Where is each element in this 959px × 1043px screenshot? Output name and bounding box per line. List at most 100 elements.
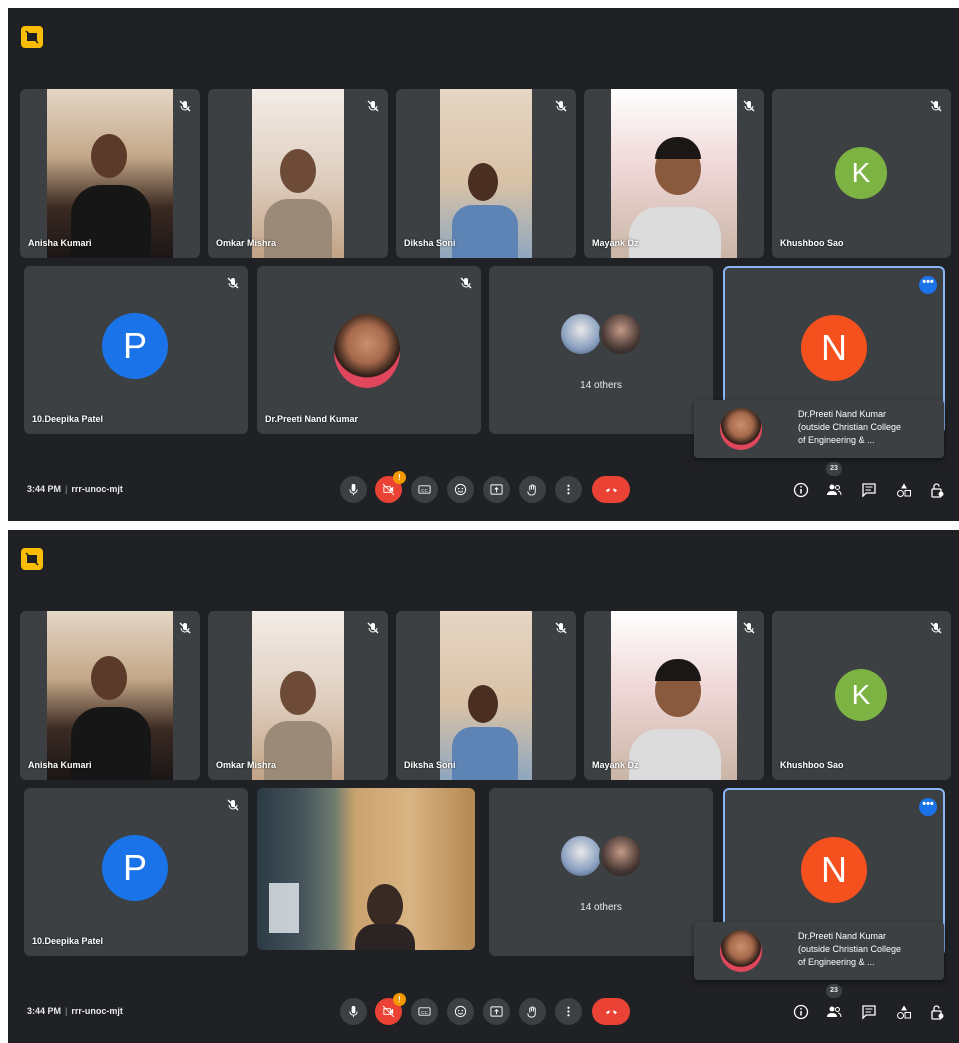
raise-hand-button[interactable] bbox=[519, 998, 546, 1025]
reactions-button[interactable] bbox=[447, 476, 474, 503]
present-button[interactable] bbox=[483, 998, 510, 1025]
separator: | bbox=[65, 1006, 68, 1016]
more-vert-icon bbox=[567, 1006, 570, 1017]
popup-org-line-1: (outside Christian College bbox=[798, 422, 902, 432]
participant-tile[interactable]: K Khushboo Sao bbox=[772, 611, 951, 780]
svg-text:CC: CC bbox=[421, 488, 428, 493]
meeting-info: 3:44 PM | rrr-unoc-mjt bbox=[27, 484, 123, 494]
people-count-badge: 23 bbox=[826, 462, 842, 476]
more-options-button[interactable]: ••• bbox=[919, 276, 937, 294]
participant-video bbox=[252, 611, 344, 780]
chat-button[interactable] bbox=[859, 1002, 879, 1022]
chat-icon bbox=[862, 483, 876, 498]
people-button[interactable]: 23 bbox=[824, 984, 844, 1022]
present-button[interactable] bbox=[483, 476, 510, 503]
participant-name: 10.Deepika Patel bbox=[32, 414, 104, 424]
participant-video bbox=[611, 89, 737, 258]
participant-photo bbox=[599, 834, 643, 878]
present-icon bbox=[490, 484, 503, 495]
camera-button[interactable]: ! bbox=[375, 471, 406, 503]
raise-hand-button[interactable] bbox=[519, 476, 546, 503]
participant-photo bbox=[559, 312, 603, 356]
participant-video bbox=[257, 788, 475, 950]
host-controls-button[interactable] bbox=[927, 480, 947, 500]
reactions-button[interactable] bbox=[447, 998, 474, 1025]
more-options-button[interactable] bbox=[555, 998, 582, 1025]
others-count-label: 14 others bbox=[580, 902, 622, 913]
participant-tile[interactable]: K Khushboo Sao bbox=[772, 89, 951, 258]
clock-time: 3:44 PM bbox=[27, 1006, 62, 1016]
mic-off-icon bbox=[367, 622, 379, 634]
mic-off-icon bbox=[227, 277, 239, 289]
participant-photo bbox=[559, 834, 603, 878]
people-button[interactable]: 23 bbox=[824, 462, 844, 500]
end-call-button[interactable] bbox=[592, 476, 630, 503]
others-tile[interactable]: 14 others bbox=[489, 266, 713, 434]
more-options-button[interactable] bbox=[555, 476, 582, 503]
captions-button[interactable]: CC bbox=[411, 998, 438, 1025]
meeting-info: 3:44 PM | rrr-unoc-mjt bbox=[27, 1006, 123, 1016]
participant-popup[interactable]: Dr.Preeti Nand Kumar (outside Christian … bbox=[694, 400, 944, 458]
participant-name: Dr.Preeti Nand Kumar bbox=[265, 414, 359, 424]
meeting-code: rrr-unoc-mjt bbox=[71, 1006, 123, 1016]
avatar: P bbox=[102, 835, 168, 901]
participant-popup[interactable]: Dr.Preeti Nand Kumar (outside Christian … bbox=[694, 922, 944, 980]
popup-org-line-1: (outside Christian College bbox=[798, 944, 902, 954]
participant-tile[interactable]: Omkar Mishra bbox=[208, 89, 388, 258]
people-icon bbox=[827, 1006, 842, 1018]
people-icon bbox=[827, 484, 842, 496]
meeting-details-button[interactable] bbox=[791, 1002, 811, 1022]
participant-name: Anisha Kumari bbox=[28, 238, 92, 248]
end-call-icon bbox=[605, 488, 617, 493]
end-call-icon bbox=[605, 1010, 617, 1015]
participant-tile[interactable]: P 10.Deepika Patel bbox=[24, 788, 248, 956]
info-icon bbox=[793, 1004, 809, 1020]
mic-off-icon bbox=[227, 799, 239, 811]
participant-tile[interactable]: Diksha Soni bbox=[396, 611, 576, 780]
host-controls-icon bbox=[931, 483, 944, 498]
mic-button[interactable] bbox=[340, 998, 367, 1025]
participant-tile[interactable]: Anisha Kumari bbox=[20, 89, 200, 258]
participant-tile[interactable]: Mayank Dz bbox=[584, 89, 764, 258]
participant-tile[interactable]: Diksha Soni bbox=[396, 89, 576, 258]
participant-tile[interactable]: Anisha Kumari bbox=[20, 611, 200, 780]
more-options-button[interactable]: ••• bbox=[919, 798, 937, 816]
camera-button[interactable]: ! bbox=[375, 993, 406, 1025]
mic-button[interactable] bbox=[340, 476, 367, 503]
participant-tile[interactable]: Dr.Preeti Nand Kumar bbox=[257, 266, 481, 434]
avatar: N bbox=[801, 837, 867, 903]
meeting-screen-1: Anisha Kumari Omkar Mishra Diksha Soni M… bbox=[8, 8, 959, 521]
host-controls-button[interactable] bbox=[927, 1002, 947, 1022]
mic-off-icon bbox=[367, 100, 379, 112]
participant-video bbox=[440, 89, 532, 258]
participant-tile[interactable]: P 10.Deepika Patel bbox=[24, 266, 248, 434]
captions-icon: CC bbox=[418, 485, 431, 494]
meeting-screen-2: Anisha Kumari Omkar Mishra Diksha Soni M… bbox=[8, 530, 959, 1043]
participant-photo bbox=[720, 930, 762, 972]
popup-text: Dr.Preeti Nand Kumar (outside Christian … bbox=[798, 408, 948, 447]
mic-icon bbox=[349, 1005, 358, 1018]
participant-tile-video[interactable] bbox=[257, 788, 475, 950]
emoji-icon bbox=[454, 1005, 467, 1018]
participant-name: Diksha Soni bbox=[404, 238, 456, 248]
host-controls-icon bbox=[931, 1005, 944, 1020]
captions-button[interactable]: CC bbox=[411, 476, 438, 503]
control-bar: 3:44 PM | rrr-unoc-mjt ! CC 23 bbox=[8, 984, 959, 1032]
captions-icon: CC bbox=[418, 1007, 431, 1016]
meeting-details-button[interactable] bbox=[791, 480, 811, 500]
mic-off-icon bbox=[930, 100, 942, 112]
chat-button[interactable] bbox=[859, 480, 879, 500]
participant-photo bbox=[599, 312, 643, 356]
end-call-button[interactable] bbox=[592, 998, 630, 1025]
participant-video bbox=[47, 611, 173, 780]
activities-button[interactable] bbox=[894, 1002, 914, 1022]
avatar: N bbox=[801, 315, 867, 381]
activities-button[interactable] bbox=[894, 480, 914, 500]
mic-off-icon bbox=[555, 100, 567, 112]
others-tile[interactable]: 14 others bbox=[489, 788, 713, 956]
participant-video bbox=[440, 611, 532, 780]
activities-icon bbox=[897, 483, 911, 497]
participant-tile[interactable]: Mayank Dz bbox=[584, 611, 764, 780]
presentation-off-icon bbox=[21, 26, 43, 48]
participant-tile[interactable]: Omkar Mishra bbox=[208, 611, 388, 780]
